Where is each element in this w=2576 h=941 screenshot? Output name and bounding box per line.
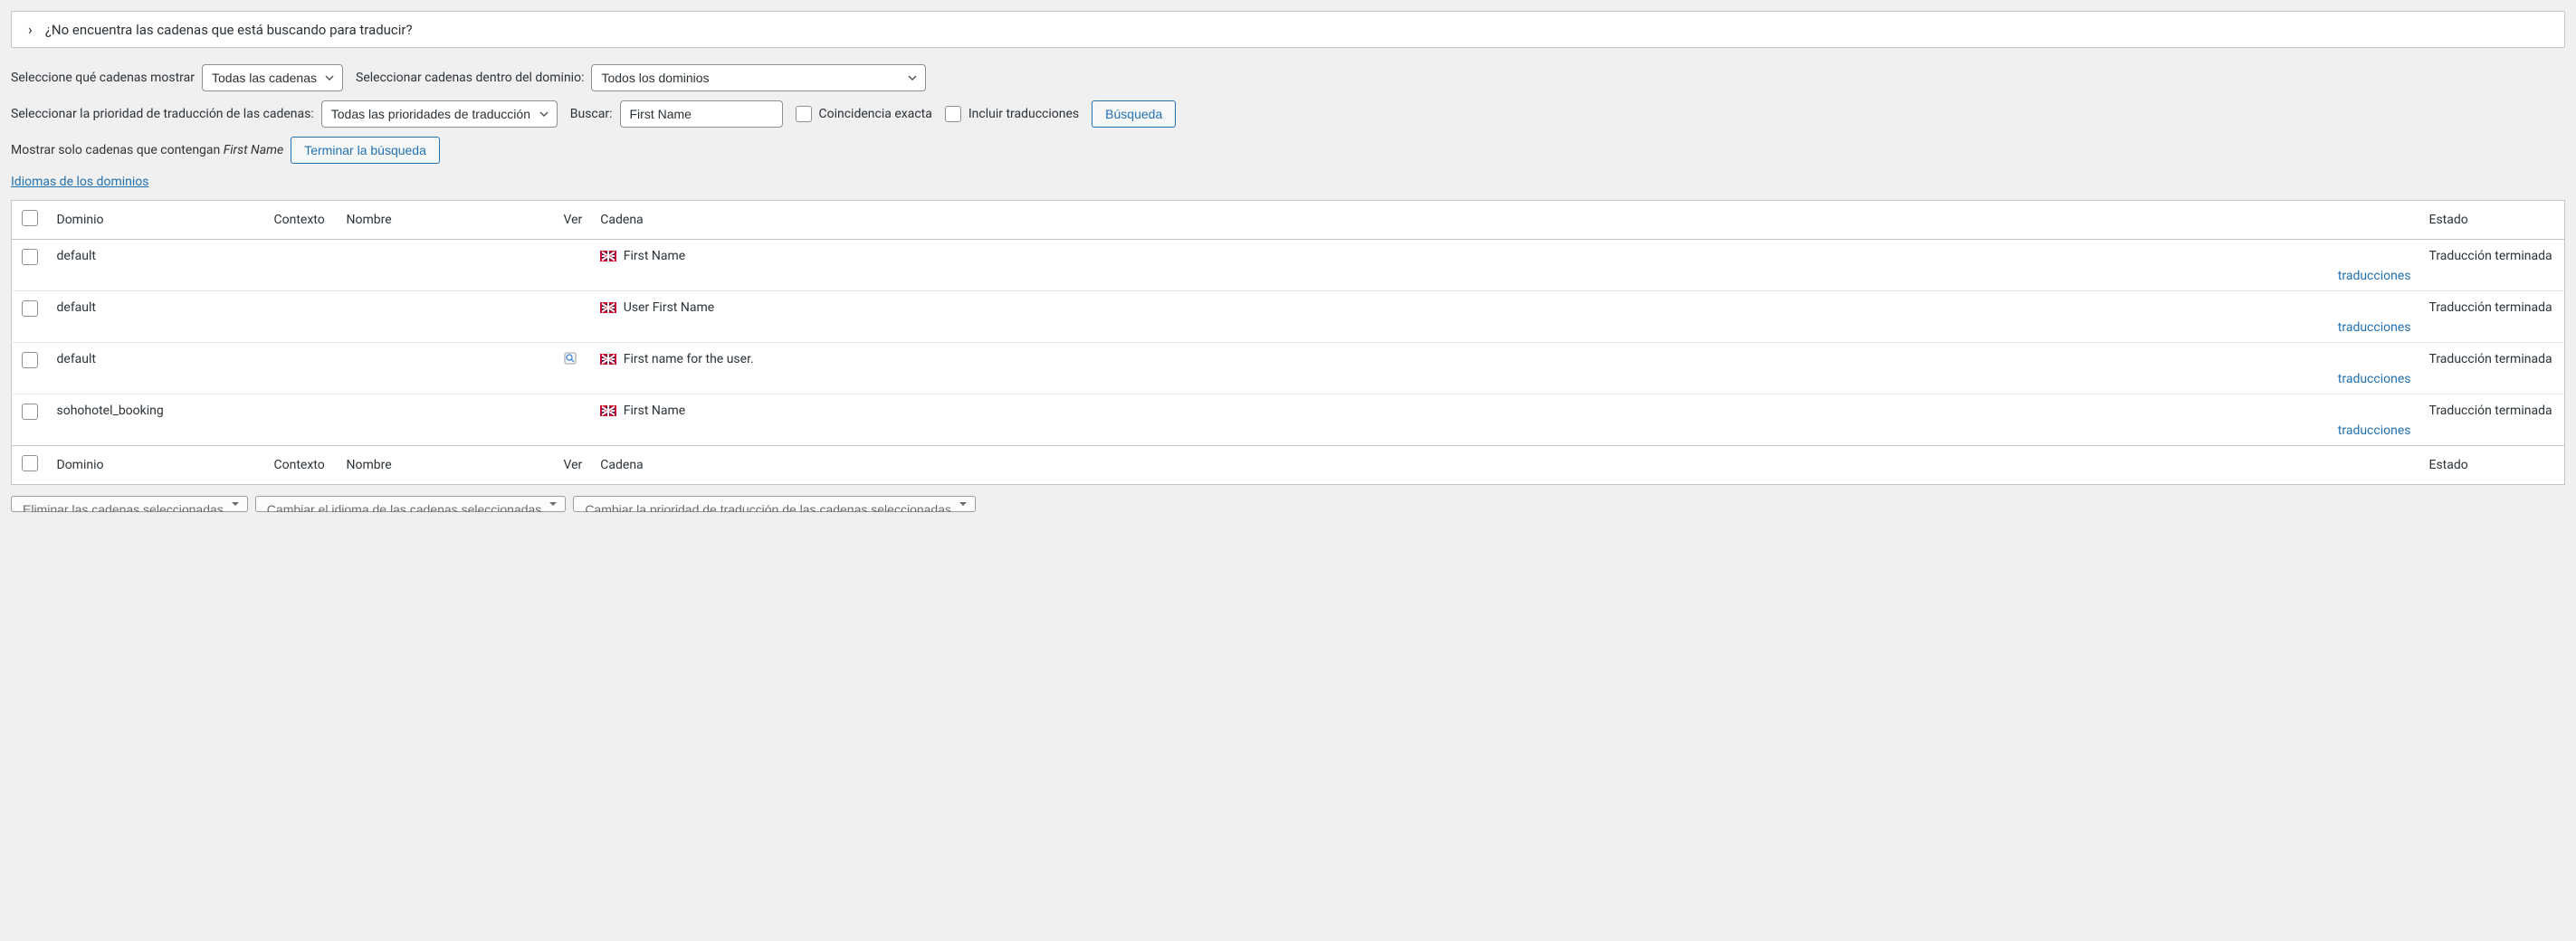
uk-flag-icon — [600, 354, 616, 365]
chevron-right-icon: › — [28, 21, 33, 38]
translations-link[interactable]: traducciones — [2338, 320, 2411, 335]
th-name[interactable]: Nombre — [338, 201, 555, 240]
cell-status: Traducción terminada — [2420, 343, 2565, 394]
search-input[interactable] — [620, 100, 783, 128]
select-all-checkbox-bottom[interactable] — [22, 455, 38, 471]
table-row: default First Name traducciones Traducción… — [12, 240, 2565, 291]
string-text: First Name — [620, 249, 685, 263]
string-text: User First Name — [620, 300, 714, 315]
table-row: default First name for the user. traducci… — [12, 343, 2565, 394]
search-button[interactable]: Búsqueda — [1092, 100, 1176, 128]
end-search-button[interactable]: Terminar la búsqueda — [291, 137, 440, 164]
domain-dropdown[interactable]: Todos los dominios — [591, 64, 926, 91]
exact-match-checkbox[interactable] — [796, 106, 812, 122]
include-translations-checkbox[interactable] — [945, 106, 961, 122]
cell-context — [265, 343, 338, 394]
tf-status[interactable]: Estado — [2420, 446, 2565, 485]
help-panel-text: ¿No encuentra las cadenas que está busca… — [45, 22, 413, 38]
cell-domain: default — [48, 240, 265, 291]
row-checkbox[interactable] — [22, 404, 38, 420]
tf-string[interactable]: Cadena — [591, 446, 2419, 485]
cell-name — [338, 343, 555, 394]
filters-row-2: Seleccionar la prioridad de traducción d… — [11, 100, 2565, 128]
tf-name[interactable]: Nombre — [338, 446, 555, 485]
row-checkbox[interactable] — [22, 249, 38, 265]
cell-string: User First Name traducciones — [591, 291, 2419, 343]
translations-link[interactable]: traducciones — [2338, 269, 2411, 283]
cell-status: Traducción terminada — [2420, 291, 2565, 343]
domain-languages-link[interactable]: Idiomas de los dominios — [11, 175, 148, 189]
domain-label: Seleccionar cadenas dentro del dominio: — [356, 71, 584, 85]
row-checkbox[interactable] — [22, 352, 38, 368]
table-row: default User First Name traducciones Tradu… — [12, 291, 2565, 343]
cell-status: Traducción terminada — [2420, 240, 2565, 291]
magnify-icon[interactable] — [564, 352, 578, 366]
cell-domain: sohohotel_booking — [48, 394, 265, 446]
cell-ver — [555, 291, 592, 343]
th-ver[interactable]: Ver — [555, 201, 592, 240]
change-language-dropdown[interactable]: Cambiar el idioma de las cadenas selecci… — [255, 496, 567, 512]
help-panel[interactable]: › ¿No encuentra las cadenas que está bus… — [11, 11, 2565, 48]
search-label: Buscar: — [570, 107, 613, 121]
search-status-row: Mostrar solo cadenas que contengan First… — [11, 137, 2565, 164]
translations-link[interactable]: traducciones — [2338, 423, 2411, 438]
th-context[interactable]: Contexto — [265, 201, 338, 240]
uk-flag-icon — [600, 405, 616, 416]
cell-context — [265, 291, 338, 343]
th-status[interactable]: Estado — [2420, 201, 2565, 240]
filters-row-1: Seleccione qué cadenas mostrar Todas las… — [11, 64, 2565, 91]
delete-selected-button[interactable]: Eliminar las cadenas seleccionadas — [11, 496, 248, 512]
cell-ver — [555, 240, 592, 291]
cell-string: First Name traducciones — [591, 240, 2419, 291]
cell-ver — [555, 394, 592, 446]
th-domain[interactable]: Dominio — [48, 201, 265, 240]
string-text: First Name — [620, 404, 685, 418]
tf-domain[interactable]: Dominio — [48, 446, 265, 485]
table-row: sohohotel_booking First Name traducciones… — [12, 394, 2565, 446]
exact-match-label: Coincidencia exacta — [819, 107, 932, 121]
cell-ver — [555, 343, 592, 394]
row-checkbox[interactable] — [22, 300, 38, 317]
show-only-term: First Name — [224, 143, 283, 157]
cell-name — [338, 291, 555, 343]
translations-link[interactable]: traducciones — [2338, 372, 2411, 386]
tf-context[interactable]: Contexto — [265, 446, 338, 485]
cell-domain: default — [48, 291, 265, 343]
select-all-checkbox-top[interactable] — [22, 210, 38, 226]
cell-status: Traducción terminada — [2420, 394, 2565, 446]
cell-context — [265, 240, 338, 291]
cell-name — [338, 240, 555, 291]
bottom-actions: Eliminar las cadenas seleccionadas Cambi… — [11, 496, 2565, 512]
cell-string: First name for the user. traducciones — [591, 343, 2419, 394]
uk-flag-icon — [600, 302, 616, 313]
cell-context — [265, 394, 338, 446]
uk-flag-icon — [600, 251, 616, 261]
priority-label: Seleccionar la prioridad de traducción d… — [11, 107, 314, 121]
th-string[interactable]: Cadena — [591, 201, 2419, 240]
select-strings-dropdown[interactable]: Todas las cadenas — [202, 64, 343, 91]
cell-string: First Name traducciones — [591, 394, 2419, 446]
string-text: First name for the user. — [620, 352, 753, 366]
tf-ver[interactable]: Ver — [555, 446, 592, 485]
include-translations-label: Incluir traducciones — [968, 107, 1079, 121]
priority-dropdown[interactable]: Todas las prioridades de traducción — [321, 100, 558, 128]
show-only-label: Mostrar solo cadenas que contengan First… — [11, 143, 283, 157]
cell-domain: default — [48, 343, 265, 394]
change-priority-dropdown[interactable]: Cambiar la prioridad de traducción de la… — [573, 496, 976, 512]
select-strings-label: Seleccione qué cadenas mostrar — [11, 71, 195, 85]
cell-name — [338, 394, 555, 446]
strings-table: Dominio Contexto Nombre Ver Cadena Estad… — [11, 200, 2565, 485]
